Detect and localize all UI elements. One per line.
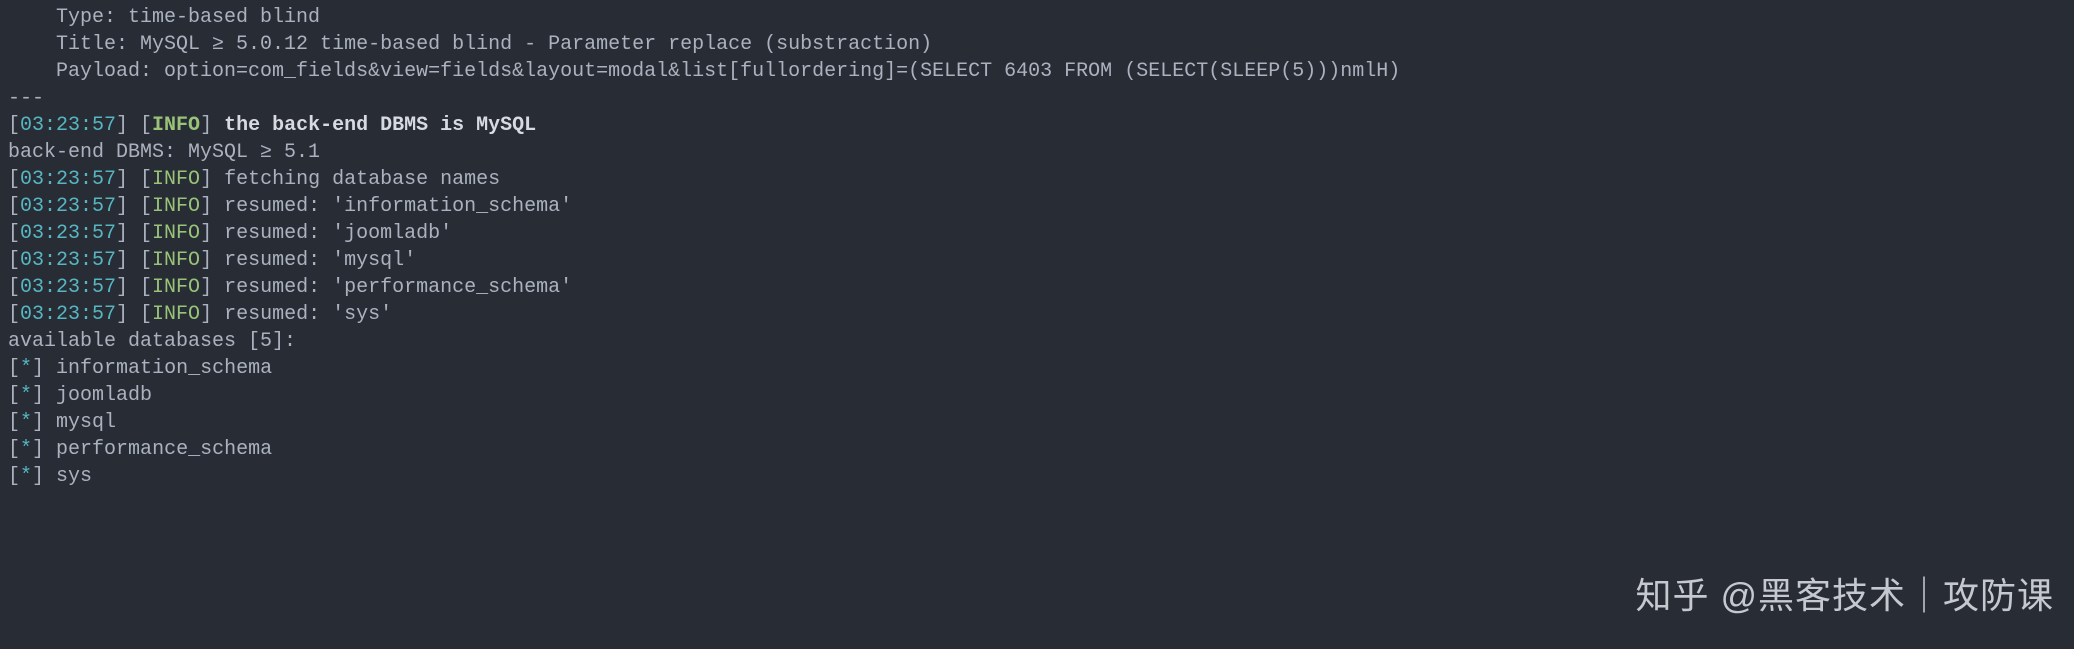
db-name: joomladb bbox=[56, 384, 152, 407]
log-level: INFO bbox=[152, 276, 200, 299]
type-line: Type: time-based blind bbox=[8, 4, 2066, 31]
resumed-db: 'performance_schema' bbox=[332, 276, 572, 299]
type-label: Type: bbox=[8, 6, 128, 29]
resumed-prefix: resumed: bbox=[224, 195, 332, 218]
log-line-dbms: [03:23:57] [INFO] the back-end DBMS is M… bbox=[8, 112, 2066, 139]
timestamp: 03:23:57 bbox=[20, 303, 116, 326]
log-line-fetching: [03:23:57] [INFO] fetching database name… bbox=[8, 166, 2066, 193]
payload-line: Payload: option=com_fields&view=fields&l… bbox=[8, 58, 2066, 85]
payload-label: Payload: bbox=[8, 60, 164, 83]
log-line-resumed: [03:23:57] [INFO] resumed: 'performance_… bbox=[8, 274, 2066, 301]
timestamp: 03:23:57 bbox=[20, 249, 116, 272]
db-name: mysql bbox=[56, 411, 116, 434]
timestamp: 03:23:57 bbox=[20, 276, 116, 299]
log-level: INFO bbox=[152, 249, 200, 272]
resumed-prefix: resumed: bbox=[224, 222, 332, 245]
list-item: [*] performance_schema bbox=[8, 436, 2066, 463]
log-line-resumed: [03:23:57] [INFO] resumed: 'joomladb' bbox=[8, 220, 2066, 247]
log-line-resumed: [03:23:57] [INFO] resumed: 'mysql' bbox=[8, 247, 2066, 274]
db-name: information_schema bbox=[56, 357, 272, 380]
list-item: [*] information_schema bbox=[8, 355, 2066, 382]
resumed-db: 'joomladb' bbox=[332, 222, 452, 245]
timestamp: 03:23:57 bbox=[20, 168, 116, 191]
terminal-output: Type: time-based blind Title: MySQL ≥ 5.… bbox=[8, 4, 2066, 490]
resumed-db: 'information_schema' bbox=[332, 195, 572, 218]
resumed-db: 'mysql' bbox=[332, 249, 416, 272]
separator-line: --- bbox=[8, 85, 2066, 112]
log-line-resumed: [03:23:57] [INFO] resumed: 'sys' bbox=[8, 301, 2066, 328]
watermark: 知乎 @黑客技术｜攻防课 bbox=[1635, 572, 2054, 621]
resumed-db: 'sys' bbox=[332, 303, 392, 326]
list-item: [*] joomladb bbox=[8, 382, 2066, 409]
log-level: INFO bbox=[152, 303, 200, 326]
payload-value: option=com_fields&view=fields&layout=mod… bbox=[164, 60, 1400, 83]
type-value: time-based blind bbox=[128, 6, 320, 29]
backend-line: back-end DBMS: MySQL ≥ 5.1 bbox=[8, 139, 2066, 166]
title-value: MySQL ≥ 5.0.12 time-based blind - Parame… bbox=[140, 33, 932, 56]
db-name: performance_schema bbox=[56, 438, 272, 461]
timestamp: 03:23:57 bbox=[20, 195, 116, 218]
fetching-message: fetching database names bbox=[224, 168, 500, 191]
timestamp: 03:23:57 bbox=[20, 222, 116, 245]
list-item: [*] mysql bbox=[8, 409, 2066, 436]
log-level: INFO bbox=[152, 222, 200, 245]
resumed-prefix: resumed: bbox=[224, 276, 332, 299]
db-name: sys bbox=[56, 465, 92, 488]
log-level: INFO bbox=[152, 195, 200, 218]
available-header: available databases [5]: bbox=[8, 328, 2066, 355]
list-item: [*] sys bbox=[8, 463, 2066, 490]
log-line-resumed: [03:23:57] [INFO] resumed: 'information_… bbox=[8, 193, 2066, 220]
title-label: Title: bbox=[8, 33, 140, 56]
timestamp: 03:23:57 bbox=[20, 114, 116, 137]
title-line: Title: MySQL ≥ 5.0.12 time-based blind -… bbox=[8, 31, 2066, 58]
dbms-message: the back-end DBMS is MySQL bbox=[224, 114, 536, 137]
log-level: INFO bbox=[152, 114, 200, 137]
resumed-prefix: resumed: bbox=[224, 249, 332, 272]
resumed-prefix: resumed: bbox=[224, 303, 332, 326]
log-level: INFO bbox=[152, 168, 200, 191]
